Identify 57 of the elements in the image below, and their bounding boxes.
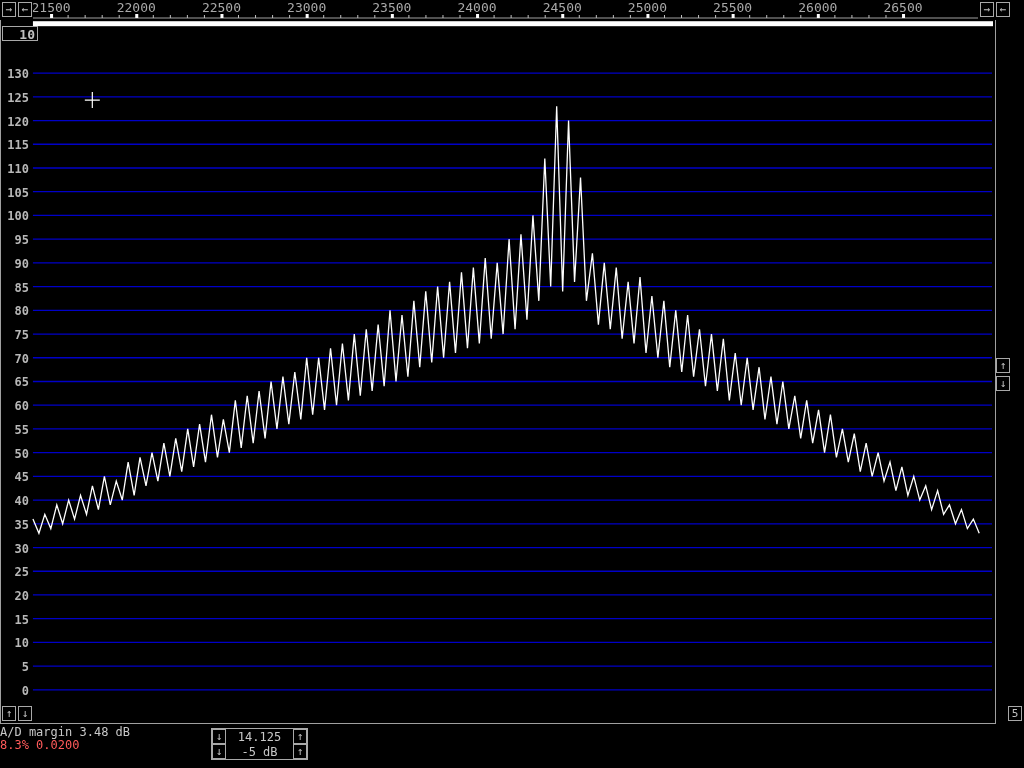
averaging-button[interactable]: 5 [1008,706,1022,721]
level-label: 45 [14,470,29,485]
level-label: 55 [14,422,29,437]
scale-button[interactable]: ↑ [996,358,1010,373]
level-label: 120 [7,114,29,129]
frequency-label: 24000 [457,0,497,15]
level-label: 0 [21,683,29,698]
increase-button[interactable]: ↑ [293,729,307,744]
scroll-button[interactable]: → [2,2,16,17]
crosshair-icon [84,91,101,109]
ad-margin-text: A/D margin 3.48 dB [0,726,132,739]
readout-text: 8.3% 0.0200 [0,739,81,752]
level-label: 125 [7,90,29,105]
frequency-label: 22000 [116,0,156,15]
level-label: 35 [14,517,29,532]
control-value: 14.125 [237,729,282,744]
frequency-label: 24500 [542,0,582,15]
decrease-button[interactable]: ↓ [212,744,226,759]
level-label: 30 [14,541,29,556]
zoom-box[interactable]: 10 [2,26,38,41]
level-label: 90 [14,256,29,271]
scroll-button[interactable]: ← [996,2,1010,17]
level-label: 65 [14,375,29,390]
level-label: 25 [14,565,29,580]
control-value: -5 dB [241,744,278,759]
level-label: 100 [7,209,29,224]
frequency-label: 26000 [798,0,838,15]
level-label: 5 [21,660,29,675]
frequency-label: 22500 [201,0,242,15]
frequency-label: 23000 [287,0,327,15]
frequency-label: 25500 [713,0,753,15]
level-label: 80 [14,304,29,319]
level-label: 50 [14,446,29,461]
level-label: 15 [14,612,29,627]
level-label: 105 [7,185,29,200]
level-label: 95 [14,233,29,248]
increase-button[interactable]: ↑ [293,744,307,759]
level-label: 110 [7,162,29,176]
level-label: 10 [14,636,29,651]
scale-button[interactable]: ↓ [996,376,1010,391]
scroll-button[interactable]: ← [18,2,32,17]
level-label: 85 [14,280,29,295]
level-label: 60 [14,399,29,414]
decrease-button[interactable]: ↓ [212,729,226,744]
frequency-label: 21500 [33,0,71,15]
frequency-label: 23500 [372,0,412,15]
frequency-label: 26500 [883,0,923,15]
level-label: 20 [14,588,29,603]
frequency-label: 25000 [627,0,667,15]
level-shift-button[interactable]: ↑ [2,706,16,721]
level-label: 40 [14,494,29,509]
level-shift-button[interactable]: ↓ [18,706,32,721]
level-label: 70 [14,351,29,366]
level-label: 75 [14,328,29,343]
scroll-button[interactable]: → [980,2,994,17]
level-label: 130 [7,67,29,82]
level-label: 115 [7,138,29,153]
